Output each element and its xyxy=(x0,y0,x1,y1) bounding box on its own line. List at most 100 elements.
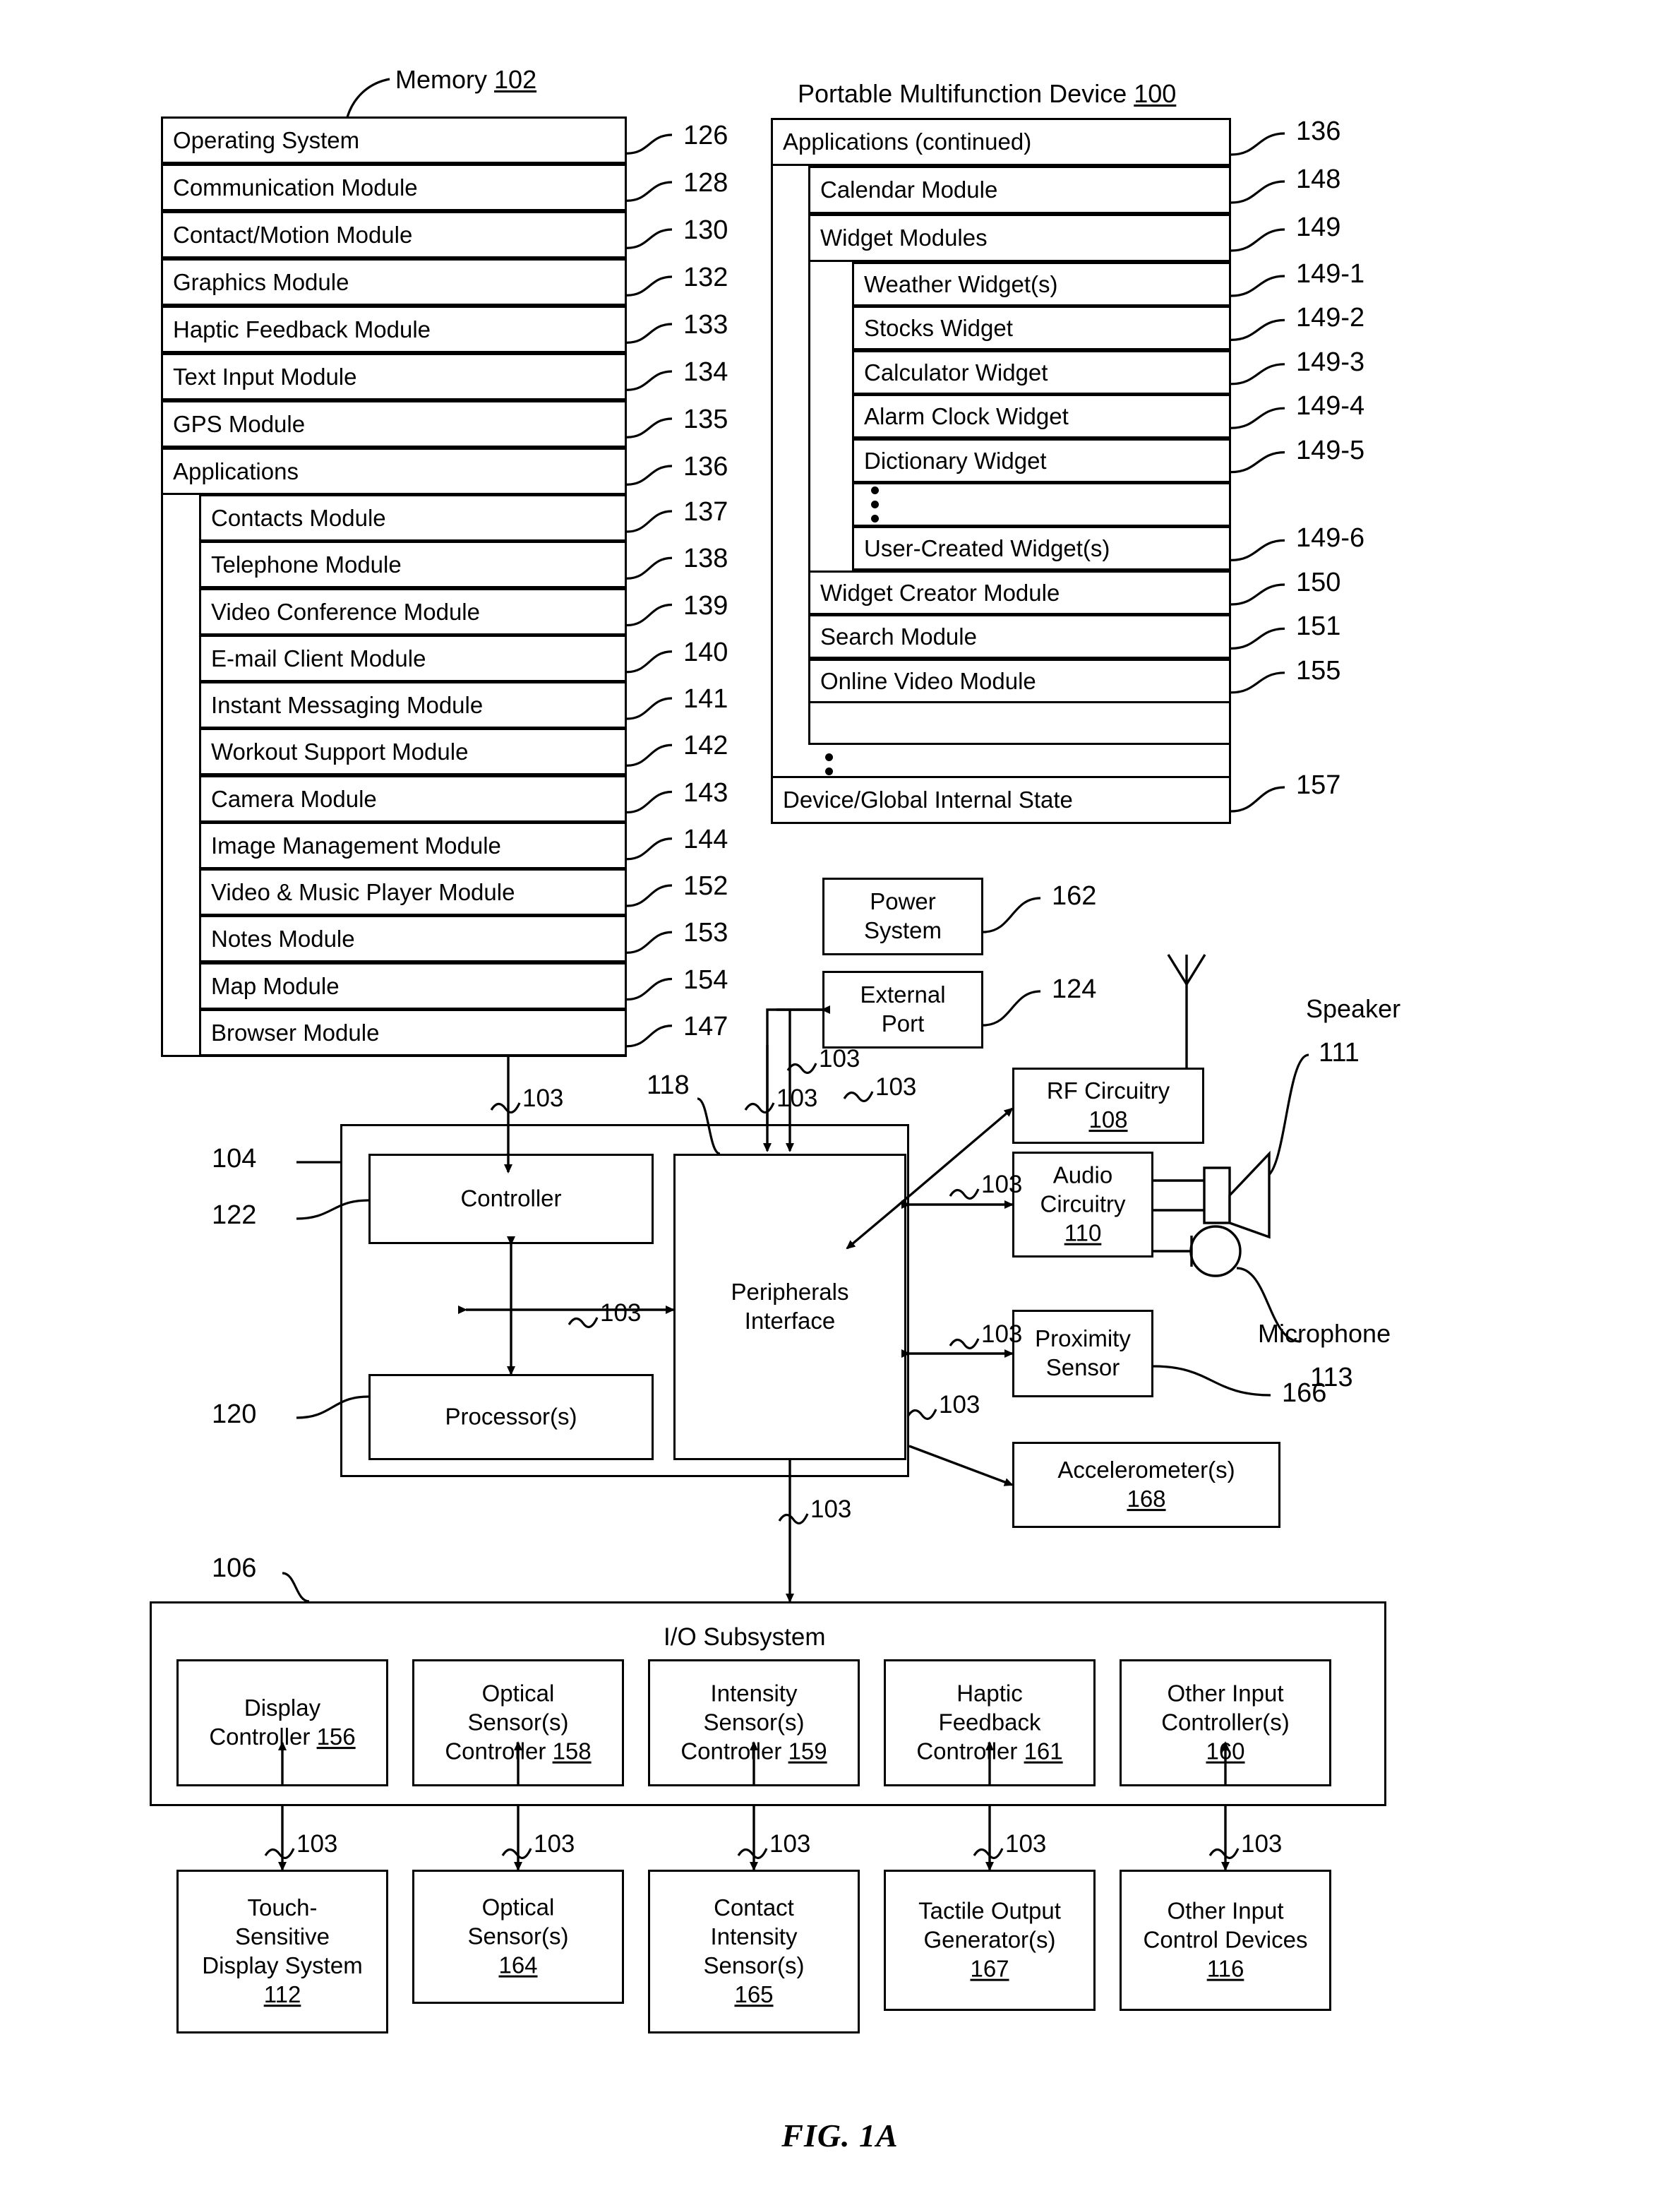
memory-row-4-label: Graphics Module xyxy=(173,268,349,295)
applications-continued-label: Applications (continued) xyxy=(783,129,1032,155)
memory-row-6: Text Input Module xyxy=(161,353,627,400)
device-ref-6: 149-3 xyxy=(1296,347,1365,377)
io-controller-5-label: Other Input Controller(s) 160 xyxy=(1122,1680,1329,1767)
application-row-8-label: Image Management Module xyxy=(211,832,501,859)
io-device-3: Contact Intensity Sensor(s) 165 xyxy=(648,1870,860,2033)
widget-row-5: Dictionary Widget xyxy=(852,438,1231,483)
speaker-label: Speaker xyxy=(1306,994,1401,1023)
device-title: Portable Multifunction Device 100 xyxy=(798,79,1176,109)
io-device-3-label: Contact Intensity Sensor(s) 165 xyxy=(650,1894,858,2009)
device-global-internal-state-row: Device/Global Internal State xyxy=(771,776,1231,824)
accelerometers-ref: 168 xyxy=(1127,1486,1166,1512)
io-controller-5: Other Input Controller(s) 160 xyxy=(1120,1659,1331,1786)
external-port-label: External Port xyxy=(824,981,981,1039)
memory-row-5: Haptic Feedback Module xyxy=(161,306,627,353)
memory-row-4: Graphics Module xyxy=(161,258,627,306)
widget-row-2: Stocks Widget xyxy=(852,306,1231,350)
device-tail-row-1: Widget Creator Module xyxy=(808,571,1231,615)
widget-row-1-label: Weather Widget(s) xyxy=(864,270,1058,297)
application-row-12-ref: 147 xyxy=(683,1011,728,1041)
microphone-label: Microphone xyxy=(1258,1319,1391,1348)
device-ref-11: 151 xyxy=(1296,611,1341,642)
widget-row-4: Alarm Clock Widget xyxy=(852,394,1231,438)
io-device-1-label: Touch- Sensitive Display System 112 xyxy=(179,1894,386,2009)
io-device-5: Other Input Control Devices 116 xyxy=(1120,1870,1331,2011)
proximity-sensor-line2: Sensor xyxy=(1045,1354,1120,1380)
io-controller-4-line1: Haptic xyxy=(956,1680,1023,1707)
widget-modules-row: Widget Modules xyxy=(808,214,1231,262)
io-controller-1-line2: Controller 156 xyxy=(209,1724,356,1750)
accelerometers-label: Accelerometer(s) 168 xyxy=(1014,1456,1278,1514)
bus-label-6: 103 xyxy=(981,1320,1023,1348)
widget-row-7: User-Created Widget(s) xyxy=(852,526,1231,571)
device-ref-5: 149-2 xyxy=(1296,303,1365,333)
device-ref-7: 149-4 xyxy=(1296,391,1365,422)
bus-label-9: 103 xyxy=(600,1299,642,1327)
peripherals-interface-box: Peripherals Interface xyxy=(673,1154,906,1460)
application-row-8: Image Management Module xyxy=(199,822,627,869)
io-controller-3-line1: Intensity xyxy=(710,1680,798,1707)
memory-row-3-ref: 130 xyxy=(683,215,728,245)
bus-label-13: 103 xyxy=(1005,1830,1047,1858)
memory-row-8-ref: 136 xyxy=(683,452,728,482)
io-controller-4: Haptic Feedback Controller 161 xyxy=(884,1659,1096,1786)
widget-row-5-label: Dictionary Widget xyxy=(864,447,1047,474)
peripherals-interface-label: Peripherals Interface xyxy=(676,1278,904,1336)
applications-continued-row: Applications (continued) xyxy=(771,118,1231,166)
rf-circuitry-label: RF Circuitry 108 xyxy=(1014,1077,1202,1135)
bus-label-4: 103 xyxy=(819,1045,860,1073)
io-device-1-line4: 112 xyxy=(263,1981,301,2007)
antenna-icon xyxy=(1167,954,1206,1068)
rf-circuitry-line1: RF Circuitry xyxy=(1046,1077,1170,1104)
speaker-icon xyxy=(1203,1150,1271,1239)
application-row-1: Contacts Module xyxy=(199,494,627,542)
proximity-sensor-box: Proximity Sensor xyxy=(1012,1310,1153,1397)
io-device-3-line3: Sensor(s) xyxy=(703,1952,805,1978)
ref: 161 xyxy=(1024,1738,1063,1764)
application-row-4-ref: 140 xyxy=(683,637,728,667)
bus-label-14: 103 xyxy=(1241,1830,1283,1858)
application-row-12-label: Browser Module xyxy=(211,1019,380,1046)
device-tail-row-3: Online Video Module xyxy=(808,659,1231,703)
application-row-10-label: Notes Module xyxy=(211,925,355,952)
io-device-4: Tactile Output Generator(s) 167 xyxy=(884,1870,1096,2011)
io-device-1-line3: Display System xyxy=(202,1952,363,1978)
io-controller-2-label: Optical Sensor(s) Controller 158 xyxy=(414,1680,622,1767)
device-tail-row-2-label: Search Module xyxy=(820,623,977,650)
memory-row-2-ref: 128 xyxy=(683,168,728,198)
io-controller-4-line3: Controller 161 xyxy=(916,1738,1063,1764)
application-row-11-label: Map Module xyxy=(211,972,340,999)
external-port-line2: Port xyxy=(881,1010,925,1037)
bus-label-3: 103 xyxy=(875,1073,917,1101)
io-device-5-line2: Control Devices xyxy=(1143,1926,1308,1953)
rf-circuitry-ref: 108 xyxy=(1088,1106,1128,1133)
io-controller-1-label: Display Controller 156 xyxy=(179,1694,386,1752)
bus-label-2: 103 xyxy=(776,1085,818,1112)
io-device-2-label: Optical Sensor(s) 164 xyxy=(414,1894,622,1981)
io-device-5-line1: Other Input xyxy=(1167,1897,1284,1924)
io-subsystem-ref: 106 xyxy=(212,1553,257,1583)
io-controller-2: Optical Sensor(s) Controller 158 xyxy=(412,1659,624,1786)
io-controller-3: Intensity Sensor(s) Controller 159 xyxy=(648,1659,860,1786)
device-ref-8: 149-5 xyxy=(1296,435,1365,465)
application-row-10: Notes Module xyxy=(199,915,627,962)
io-controller-2-line1: Optical xyxy=(481,1680,555,1707)
audio-circuitry-label: Audio Circuitry 110 xyxy=(1014,1161,1151,1248)
external-port-ref: 124 xyxy=(1052,974,1097,1004)
application-row-9: Video & Music Player Module xyxy=(199,868,627,916)
power-system-line1: Power xyxy=(870,888,936,915)
peripherals-interface-ref: 118 xyxy=(647,1070,690,1100)
controller-label: Controller xyxy=(460,1185,562,1212)
io-device-1: Touch- Sensitive Display System 112 xyxy=(176,1870,388,2033)
ref: 158 xyxy=(552,1738,592,1764)
application-row-1-label: Contacts Module xyxy=(211,504,386,531)
application-row-7-label: Camera Module xyxy=(211,785,377,812)
bus-label-11: 103 xyxy=(534,1830,575,1858)
ref: 156 xyxy=(316,1724,356,1750)
device-ref: 100 xyxy=(1134,79,1177,108)
application-row-4: E-mail Client Module xyxy=(199,635,627,682)
io-controller-5-line2: Controller(s) xyxy=(1161,1709,1290,1736)
io-subsystem-title: I/O Subsystem xyxy=(664,1623,826,1651)
application-row-5: Instant Messaging Module xyxy=(199,681,627,729)
memory-row-2: Communication Module xyxy=(161,164,627,211)
